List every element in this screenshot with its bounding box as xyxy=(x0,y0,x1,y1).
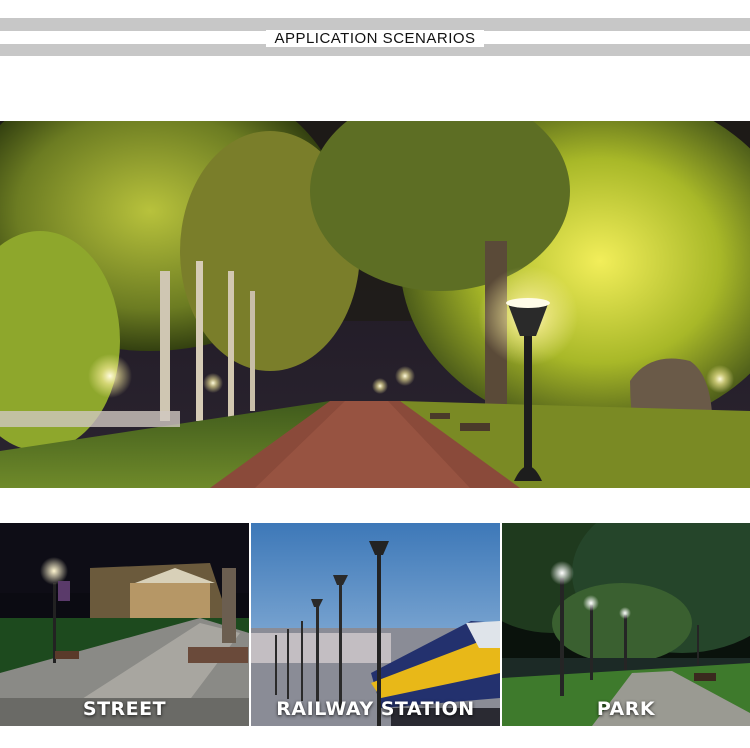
section-header: APPLICATION SCENARIOS xyxy=(0,26,750,50)
park-scene-image: PARK xyxy=(502,523,750,726)
section-title: APPLICATION SCENARIOS xyxy=(266,29,484,47)
tile-label-street: STREET xyxy=(82,698,167,720)
tile-label-park: PARK xyxy=(596,698,656,720)
tile-label-railway-station: RAILWAY STATION xyxy=(276,698,475,720)
hero-park-image xyxy=(0,121,750,488)
railway-station-scene-image: RAILWAY STATION xyxy=(251,523,500,726)
street-scene-image: STREET xyxy=(0,523,249,726)
